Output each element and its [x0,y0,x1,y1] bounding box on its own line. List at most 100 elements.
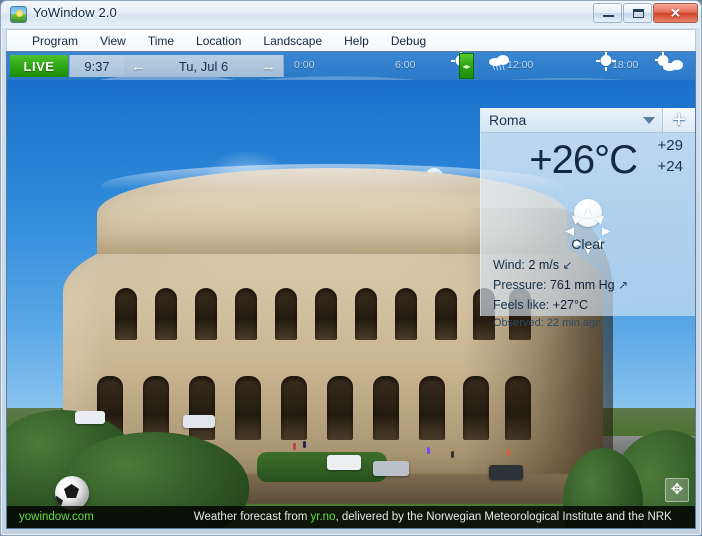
time-line-bar[interactable]: LIVE 9:37 ← Tu, Jul 6 → 0:00 6:00 12:00 … [7,52,695,80]
live-mode-button[interactable]: LIVE [10,55,68,77]
pressure-trend-arrow-icon: ↗ [618,278,629,292]
sun-ray [655,59,659,61]
sun-icon [565,190,611,255]
fullscreen-arrows-glyph: ✥ [670,481,684,498]
time-scrubber-handle[interactable]: ◂▸ [459,53,474,79]
person [451,451,454,458]
car [327,455,361,470]
yr-no-link[interactable]: yr.no [311,511,336,523]
current-temperature: +26°C [529,138,638,182]
detail-pressure-label: Pressure: [493,278,547,292]
menu-item-view[interactable]: View [89,31,137,51]
detail-feels-like-label: Feels like: [493,298,550,312]
temperature-high: +29 [657,137,683,154]
arch [315,288,337,340]
arch [143,376,169,440]
current-time-display[interactable]: 9:37 [69,55,125,77]
car [183,415,215,428]
soccer-ball-prop[interactable] [55,476,89,510]
add-location-button[interactable]: + [662,108,695,132]
credit-prefix: Weather forecast from [193,511,311,523]
landscape-scene[interactable]: Roma + +26°C +29 +24 Clear Wind: 2 m/s ↙… [7,80,695,528]
maximize-button[interactable] [623,3,652,23]
maximize-icon [633,9,644,18]
cloud-shape [663,60,683,71]
sun-ray [451,60,455,62]
sun-ray [565,227,574,236]
arch [281,376,307,440]
location-name[interactable]: Roma [481,108,636,132]
detail-feels-like-value: +27°C [552,298,588,312]
menu-item-location[interactable]: Location [185,31,252,51]
car [373,461,409,476]
sun-ray [605,52,607,56]
next-day-arrow-icon[interactable]: → [261,59,276,74]
timeline-sun-cloud-icon[interactable] [655,52,685,78]
chevron-down-icon[interactable] [636,108,662,132]
menu-item-time[interactable]: Time [137,31,185,51]
sun-disc [600,55,612,66]
window-title: YoWindow 2.0 [33,5,117,20]
arch [355,288,377,340]
previous-day-arrow-icon[interactable]: ← [131,59,146,74]
person [427,447,430,454]
menu-item-program[interactable]: Program [21,31,89,51]
person [303,441,306,448]
title-bar[interactable]: YoWindow 2.0 ✕ [1,1,701,28]
arch [189,376,215,440]
arch [373,376,399,440]
app-sun-landscape-icon [10,6,27,23]
hedge-row [257,452,387,482]
detail-wind-label: Wind: [493,258,525,272]
weather-info-panel: Roma + +26°C +29 +24 Clear Wind: 2 m/s ↙… [480,108,695,329]
status-bar: yowindow.com Weather forecast from yr.no… [7,506,695,528]
icon-sun-shape [16,10,23,17]
arch [155,288,177,340]
arch [327,376,353,440]
credit-suffix: , delivered by the Norwegian Meteorologi… [335,511,672,523]
site-link[interactable]: yowindow.com [19,511,94,523]
sun-ray [612,60,616,62]
observed-value: 22 min ago [546,317,602,329]
detail-pressure-value: 761 mm Hg [549,278,615,292]
fullscreen-expand-icon[interactable]: ✥ [665,478,689,502]
sun-ray [584,208,592,218]
rain-drops-icon: \\\\ [492,63,506,72]
sun-ray [596,60,600,62]
location-selector-row: Roma + [481,108,695,133]
close-button[interactable]: ✕ [653,3,698,23]
wind-direction-arrow-icon: ↙ [562,258,573,272]
detail-pressure: Pressure: 761 mm Hg ↗ [493,278,628,292]
car [75,411,105,424]
timeline-tick-0: 0:00 [294,59,315,71]
arch [115,288,137,340]
current-date-label[interactable]: Tu, Jul 6 [179,59,228,74]
arch [195,288,217,340]
detail-wind-value: 2 m/s [528,258,559,272]
sun-ray [602,227,611,236]
person [507,449,510,456]
menu-item-help[interactable]: Help [333,31,380,51]
window-frame: YoWindow 2.0 ✕ Program View Time Locatio… [0,0,702,536]
car [489,465,523,480]
person [293,443,296,450]
yowindow-application-window: YoWindow 2.0 ✕ Program View Time Locatio… [0,0,702,536]
minimize-icon [603,15,614,17]
condition-label: Clear [571,236,605,252]
arch [435,288,457,340]
observed-label: Observed: [493,317,544,329]
menu-item-landscape[interactable]: Landscape [252,31,333,51]
detail-wind: Wind: 2 m/s ↙ [493,258,573,272]
minimize-button[interactable] [593,3,622,23]
timeline-rain-cloud-icon[interactable]: \\\\ [487,52,511,78]
arch [419,376,445,440]
observed-row: Observed: 22 min ago [493,317,601,329]
temperature-row: +26°C +29 +24 [481,134,695,188]
sun-ray [662,52,664,56]
menu-item-debug[interactable]: Debug [380,31,437,51]
arch [395,288,417,340]
weather-credit-text: Weather forecast from yr.no, delivered b… [194,511,672,523]
close-icon: ✕ [670,5,681,21]
timeline-sun-icon-2[interactable] [595,52,617,76]
temperature-low: +24 [657,158,683,175]
